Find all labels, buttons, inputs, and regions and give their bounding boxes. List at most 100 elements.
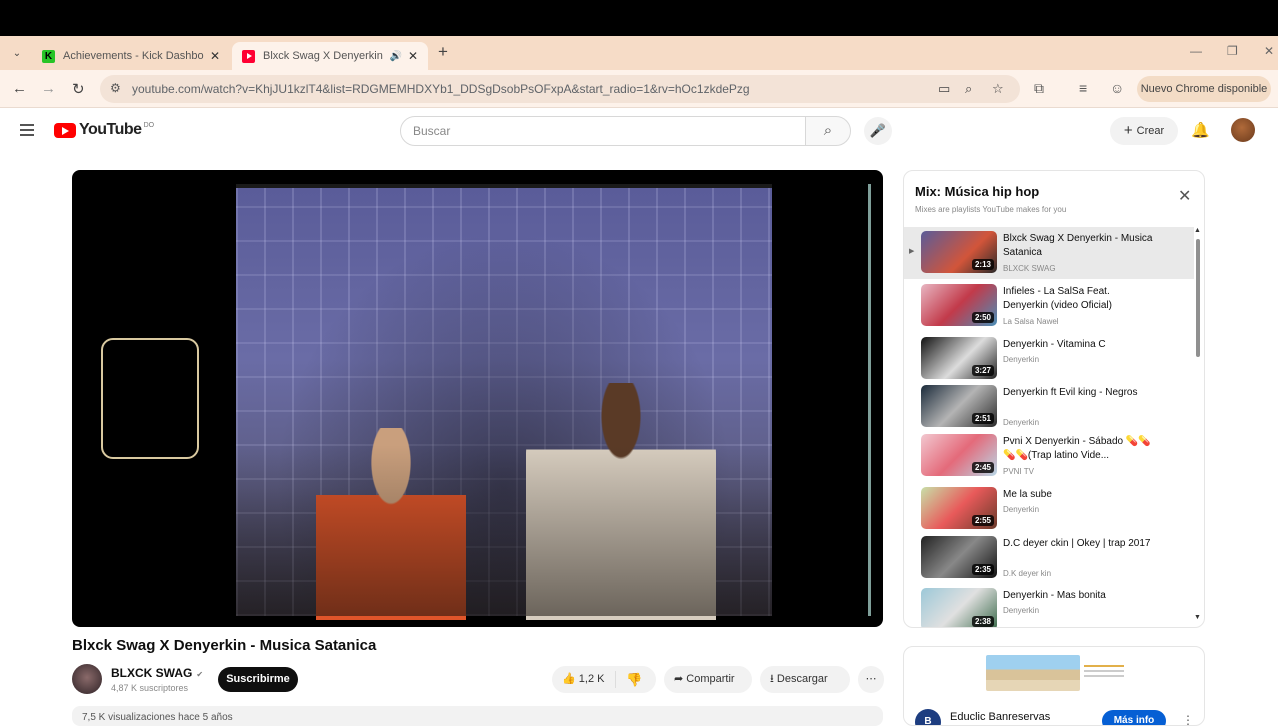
playlist-item-title[interactable]: Blxck Swag X Denyerkin - Musica Satanica xyxy=(1003,232,1153,260)
close-window-button[interactable]: ✕ xyxy=(1264,44,1274,58)
playlist-item-title[interactable]: Denyerkin - Mas bonita xyxy=(1003,589,1153,603)
playlist-item[interactable]: 2:55 Me la sube Denyerkin xyxy=(904,483,1194,535)
playlist-item-title[interactable]: Denyerkin ft Evil king - Negros xyxy=(1003,386,1153,400)
youtube-logo[interactable]: YouTube DO xyxy=(54,121,154,139)
chrome-update-button[interactable]: Nuevo Chrome disponible xyxy=(1137,76,1271,102)
playlist-scrollbar[interactable] xyxy=(1196,239,1200,357)
search-input[interactable] xyxy=(401,117,805,145)
zoom-icon[interactable]: ⌕ xyxy=(965,81,972,97)
playlist-item[interactable]: 2:45 Pvni X Denyerkin - Sábado 💊💊💊💊(Trap … xyxy=(904,430,1194,482)
plus-icon: + xyxy=(1123,122,1133,139)
account-avatar[interactable] xyxy=(1231,118,1255,142)
minimize-button[interactable]: — xyxy=(1190,44,1202,58)
tab-youtube-video[interactable]: Blxck Swag X Denyerkin - Sr 🔊 ✕ xyxy=(232,42,428,70)
playlist-thumbnail[interactable]: 2:51 xyxy=(921,385,997,427)
new-tab-button[interactable]: + xyxy=(438,42,448,62)
video-duration: 2:51 xyxy=(971,413,994,424)
like-dislike-group: 👍 1,2 K 👎 xyxy=(552,666,656,693)
back-button[interactable]: ← xyxy=(12,80,27,97)
thumbs-down-icon: 👎 xyxy=(626,672,643,687)
channel-avatar[interactable] xyxy=(72,664,102,694)
playlist-item[interactable]: 2:35 D.C deyer ckin | Okey | trap 2017 D.K… xyxy=(904,532,1194,584)
video-duration: 2:13 xyxy=(971,259,994,270)
video-person-left xyxy=(316,428,466,620)
playlist-item-title[interactable]: Me la sube xyxy=(1003,488,1153,502)
forward-button[interactable]: → xyxy=(41,80,56,97)
thumbs-up-icon: 👍 xyxy=(562,673,576,685)
playlist-item-title[interactable]: Infieles - La SalSa Feat. Denyerkin (vid… xyxy=(1003,285,1153,313)
playlist-item-title[interactable]: D.C deyer ckin | Okey | trap 2017 xyxy=(1003,537,1153,551)
playlist-thumbnail[interactable]: 2:45 xyxy=(921,434,997,476)
bookmark-star-icon[interactable]: ☆ xyxy=(992,81,1004,97)
playlist-item[interactable]: 2:51 Denyerkin ft Evil king - Negros Denye… xyxy=(904,381,1194,433)
playlist-item-channel: Denyerkin xyxy=(1003,606,1040,615)
description-box[interactable]: 7,5 K visualizaciones hace 5 años xyxy=(72,706,883,726)
advertiser-logo: B xyxy=(915,709,941,725)
playlist-thumbnail[interactable]: 2:13 xyxy=(921,231,997,273)
download-button[interactable]: ⭳ Descargar xyxy=(760,666,850,693)
maximize-button[interactable]: ❐ xyxy=(1227,44,1238,58)
site-info-icon[interactable]: ⚙ xyxy=(110,81,121,95)
playlist-item[interactable]: 3:27 Denyerkin - Vitamina C Denyerkin xyxy=(904,333,1194,385)
like-button[interactable]: 👍 1,2 K xyxy=(552,671,616,688)
channel-name[interactable]: BLXCK SWAG ✔ xyxy=(111,666,203,680)
ad-card[interactable]: B Educlic Banreservas Más info ⋮ xyxy=(903,646,1205,726)
playlist-item-title[interactable]: Denyerkin - Vitamina C xyxy=(1003,338,1153,352)
playlist-item[interactable]: ▶ 2:13 Blxck Swag X Denyerkin - Musica Sat… xyxy=(904,227,1194,279)
download-icon: ⭳ xyxy=(770,673,774,685)
close-icon[interactable]: ✕ xyxy=(408,49,418,63)
video-duration: 2:35 xyxy=(971,564,994,575)
hamburger-menu-icon[interactable] xyxy=(20,124,34,139)
speaker-icon[interactable]: 🔊 xyxy=(389,51,401,62)
screen-top-bar xyxy=(0,0,1278,36)
close-icon[interactable]: ✕ xyxy=(210,49,220,63)
playlist-thumbnail[interactable]: 2:38 xyxy=(921,588,997,627)
search-button[interactable]: ⌕ xyxy=(805,116,851,146)
video-player[interactable] xyxy=(72,170,883,627)
ad-cta-button[interactable]: Más info xyxy=(1102,710,1166,725)
subscriber-count: 4,87 K suscriptores xyxy=(111,683,189,693)
playlist-thumbnail[interactable]: 2:35 xyxy=(921,536,997,578)
playlist-item-channel: Denyerkin xyxy=(1003,505,1040,514)
more-actions-button[interactable]: ⋯ xyxy=(858,666,884,693)
playlist-panel: Mix: Música hip hop Mixes are playlists … xyxy=(903,170,1205,628)
playlist-item-channel: La Salsa Nawel xyxy=(1003,317,1059,326)
tab-strip: ⌄ K Achievements - Kick Dashboard ✕ Blxc… xyxy=(0,36,1278,70)
dislike-button[interactable]: 👎 xyxy=(626,666,642,693)
playlist-thumbnail[interactable]: 2:50 xyxy=(921,284,997,326)
kick-icon: K xyxy=(42,49,55,63)
now-playing-icon: ▶ xyxy=(909,248,915,255)
playlist-thumbnail[interactable]: 2:55 xyxy=(921,487,997,529)
playlist-item[interactable]: 2:38 Denyerkin - Mas bonita Denyerkin xyxy=(904,584,1194,627)
youtube-icon xyxy=(242,49,255,63)
subscribe-button[interactable]: Suscribirme xyxy=(218,667,298,692)
extensions-icon[interactable]: ⧉ xyxy=(1034,80,1044,97)
video-duration: 2:55 xyxy=(971,515,994,526)
scroll-up-arrow-icon[interactable]: ▲ xyxy=(1194,227,1201,234)
share-button[interactable]: ➦ Compartir xyxy=(664,666,752,693)
tab-label: Achievements - Kick Dashboard xyxy=(63,50,204,62)
video-duration: 3:27 xyxy=(971,365,994,376)
url-text[interactable]: youtube.com/watch?v=KhjJU1kzlT4&list=RDG… xyxy=(132,82,750,96)
playlist-item-channel: Denyerkin xyxy=(1003,418,1040,427)
voice-search-button[interactable]: 🎤 xyxy=(864,117,892,145)
video-film-edge xyxy=(868,184,871,616)
microphone-icon: 🎤 xyxy=(869,123,887,138)
omnibox[interactable]: ⚙ youtube.com/watch?v=KhjJU1kzlT4&list=R… xyxy=(100,75,1020,103)
playlist-thumbnail[interactable]: 3:27 xyxy=(921,337,997,379)
cast-icon[interactable]: ▭ xyxy=(938,81,950,97)
advertiser-name: Educlic Banreservas xyxy=(950,711,1051,723)
media-controls-icon[interactable]: ≡ xyxy=(1079,80,1087,96)
create-button[interactable]: + Crear xyxy=(1110,117,1178,145)
tab-search-chevron-icon[interactable]: ⌄ xyxy=(8,45,26,63)
playlist-item[interactable]: 2:50 Infieles - La SalSa Feat. Denyerkin … xyxy=(904,280,1194,332)
video-duration: 2:38 xyxy=(971,616,994,627)
playlist-item-channel: D.K deyer kin xyxy=(1003,569,1052,578)
playlist-item-title[interactable]: Pvni X Denyerkin - Sábado 💊💊💊💊(Trap lati… xyxy=(1003,435,1153,463)
reload-button[interactable]: ↻ xyxy=(72,80,85,98)
tab-kick-dashboard[interactable]: K Achievements - Kick Dashboard ✕ xyxy=(32,42,230,70)
profile-icon[interactable]: ☺ xyxy=(1110,80,1124,96)
close-icon[interactable]: ✕ xyxy=(1178,186,1191,206)
scroll-down-arrow-icon[interactable]: ▼ xyxy=(1194,614,1201,621)
notifications-bell-icon[interactable]: 🔔 xyxy=(1191,121,1210,139)
